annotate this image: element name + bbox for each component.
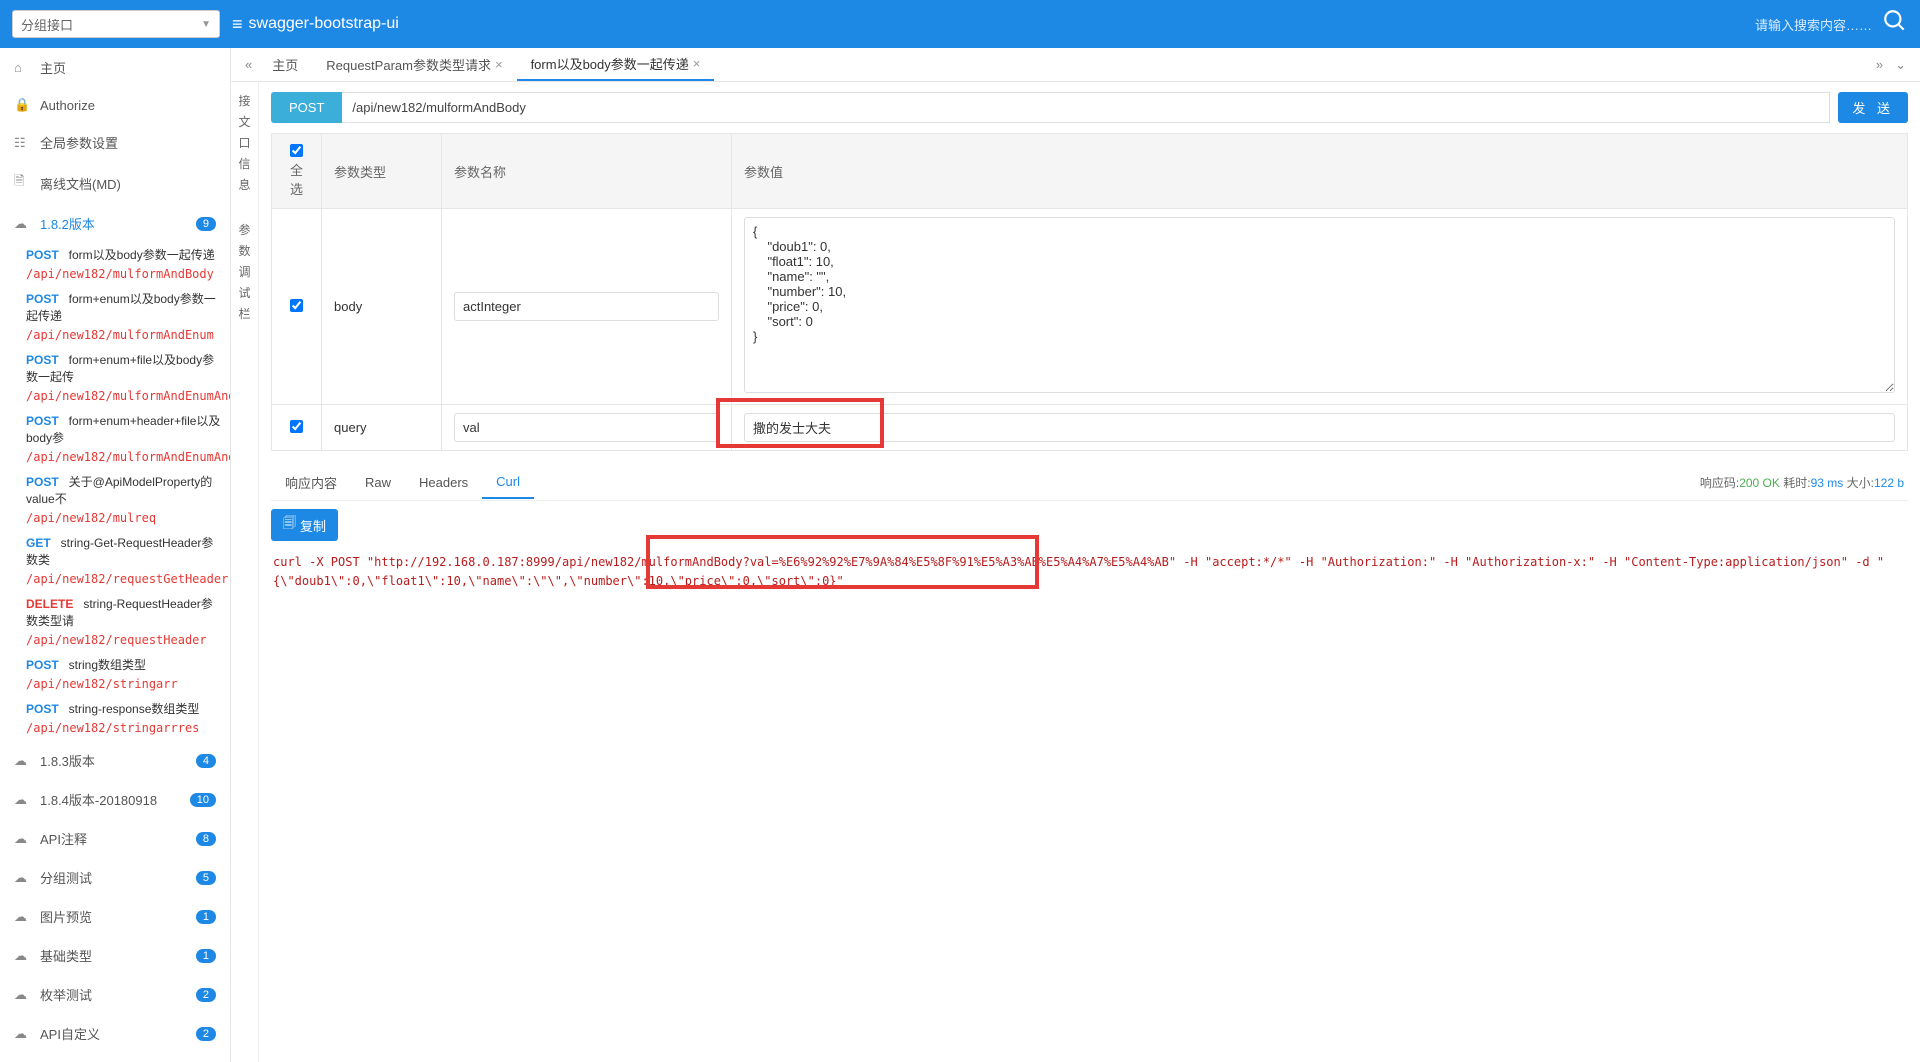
param-name-input[interactable] (454, 413, 719, 442)
curl-output: curl -X POST "http://192.168.0.187:8999/… (271, 549, 1908, 595)
sidebar-item-version-3[interactable]: ☁API注释8 (0, 819, 230, 858)
close-icon[interactable]: × (495, 57, 503, 72)
api-item[interactable]: POSTstring-response数组类型/api/new182/strin… (0, 697, 230, 741)
select-all-checkbox[interactable] (290, 144, 303, 157)
app-title: ≡ swagger-bootstrap-ui (232, 14, 399, 35)
send-button[interactable]: 发 送 (1838, 92, 1908, 123)
search-icon[interactable] (1882, 8, 1908, 41)
api-item[interactable]: POSTform+enum+file以及body参数一起传/api/new182… (0, 348, 230, 409)
table-row: body (272, 209, 1908, 405)
sidebar-item-version-6[interactable]: ☁基础类型1 (0, 936, 230, 975)
col-header-type: 参数类型 (322, 134, 442, 209)
group-select[interactable]: 分组接口 ▼ (12, 10, 220, 38)
response-status: 响应码:200 OK 耗时:93 ms 大小:122 b (1700, 474, 1908, 491)
api-list: POSTform以及body参数一起传递/api/new182/mulformA… (0, 243, 230, 741)
row-checkbox[interactable] (290, 420, 303, 433)
result-tab-curl[interactable]: Curl (482, 466, 534, 499)
cloud-icon: ☁ (14, 792, 32, 808)
sidebar-item-version-7[interactable]: ☁枚举测试2 (0, 975, 230, 1014)
app-header: 分组接口 ▼ ≡ swagger-bootstrap-ui 请输入搜索内容…… (0, 0, 1920, 48)
vertical-tabs: 接 文 口 信 息 参 数 调 试 栏 (231, 82, 259, 1062)
tab-home[interactable]: 主页 (258, 48, 312, 81)
tab-bar: « 主页 RequestParam参数类型请求× form以及body参数一起传… (231, 48, 1920, 82)
sidebar-item-version-4[interactable]: ☁分组测试5 (0, 858, 230, 897)
sidebar-item-global-params[interactable]: ☷ 全局参数设置 (0, 123, 230, 162)
result-tab-headers[interactable]: Headers (405, 467, 482, 498)
api-item[interactable]: DELETEstring-RequestHeader参数类型请/api/new1… (0, 592, 230, 653)
menu-icon[interactable]: ≡ (232, 14, 243, 35)
sidebar-item-version-9[interactable]: ☁测试用例3 (0, 1053, 230, 1062)
tabs-scroll-left-icon[interactable]: « (239, 57, 258, 72)
sidebar-item-version-5[interactable]: ☁图片预览1 (0, 897, 230, 936)
chevron-down-icon: ▼ (201, 19, 211, 30)
row-checkbox[interactable] (290, 299, 303, 312)
table-row: query (272, 405, 1908, 451)
cloud-icon: ☁ (14, 831, 32, 847)
cloud-icon: ☁ (14, 948, 32, 964)
http-method-badge: POST (271, 92, 342, 123)
lock-icon: 🔒 (14, 97, 32, 113)
param-value-input[interactable] (744, 413, 1895, 442)
vtab-info[interactable]: 接 (238, 92, 250, 109)
api-bar: POST /api/new182/mulformAndBody 发 送 (271, 92, 1908, 123)
cloud-icon: ☁ (14, 987, 32, 1003)
api-item[interactable]: POSTform+enum以及body参数一起传递/api/new182/mul… (0, 287, 230, 348)
sidebar-item-authorize[interactable]: 🔒 Authorize (0, 87, 230, 123)
sidebar: ⌂ 主页 🔒 Authorize ☷ 全局参数设置 🗎 离线文档(MD) ☁ 1… (0, 48, 231, 1062)
col-header-value: 参数值 (732, 134, 1908, 209)
header-search[interactable]: 请输入搜索内容…… (1755, 8, 1908, 41)
result-tab-content[interactable]: 响应内容 (271, 465, 351, 500)
sidebar-item-version-8[interactable]: ☁API自定义2 (0, 1014, 230, 1053)
tabs-scroll-right-icon[interactable]: » (1870, 57, 1889, 72)
api-item[interactable]: POSTform以及body参数一起传递/api/new182/mulformA… (0, 243, 230, 287)
group-select-value: 分组接口 (21, 15, 73, 34)
main-content: « 主页 RequestParam参数类型请求× form以及body参数一起传… (231, 48, 1920, 1062)
sidebar-item-version-1[interactable]: ☁1.8.3版本4 (0, 741, 230, 780)
sidebar-item-version-0[interactable]: ☁ 1.8.2版本 9 (0, 204, 230, 243)
result-tab-raw[interactable]: Raw (351, 467, 405, 498)
settings-icon: ☷ (14, 135, 32, 151)
col-header-name: 参数名称 (442, 134, 732, 209)
result-tabs: 响应内容 Raw Headers Curl 响应码:200 OK 耗时:93 m… (271, 465, 1908, 501)
cloud-icon: ☁ (14, 216, 32, 232)
api-item[interactable]: POSTstring数组类型/api/new182/stringarr (0, 653, 230, 697)
api-item[interactable]: POSTform+enum+header+file以及body参/api/new… (0, 409, 230, 470)
api-path-input[interactable]: /api/new182/mulformAndBody (342, 92, 1830, 123)
sidebar-item-home[interactable]: ⌂ 主页 (0, 48, 230, 87)
document-icon: 🗎 (14, 172, 32, 194)
cloud-icon: ☁ (14, 1026, 32, 1042)
tabs-menu-icon[interactable]: ⌄ (1889, 57, 1912, 73)
param-name-input[interactable] (454, 292, 719, 321)
home-icon: ⌂ (14, 60, 32, 75)
tab-requestparam[interactable]: RequestParam参数类型请求× (312, 48, 516, 81)
cloud-icon: ☁ (14, 753, 32, 769)
count-badge: 9 (196, 217, 216, 231)
sidebar-item-version-2[interactable]: ☁1.8.4版本-2018091810 (0, 780, 230, 819)
sidebar-item-offline-doc[interactable]: 🗎 离线文档(MD) (0, 162, 230, 204)
cloud-icon: ☁ (14, 909, 32, 925)
vtab-debug[interactable]: 参 (238, 221, 250, 238)
search-placeholder: 请输入搜索内容…… (1755, 15, 1872, 34)
close-icon[interactable]: × (693, 56, 701, 71)
params-table: 全选 参数类型 参数名称 参数值 body (271, 133, 1908, 451)
param-type: body (322, 209, 442, 405)
param-value-textarea[interactable] (744, 217, 1895, 393)
param-type: query (322, 405, 442, 451)
tab-formbody[interactable]: form以及body参数一起传递× (517, 48, 715, 81)
copy-button[interactable]: 🗐 复制 (271, 509, 338, 541)
cloud-icon: ☁ (14, 870, 32, 886)
api-item[interactable]: GETstring-Get-RequestHeader参数类/api/new18… (0, 531, 230, 592)
copy-icon: 🗐 (283, 514, 296, 536)
api-item[interactable]: POST关于@ApiModelProperty的value不/api/new18… (0, 470, 230, 531)
